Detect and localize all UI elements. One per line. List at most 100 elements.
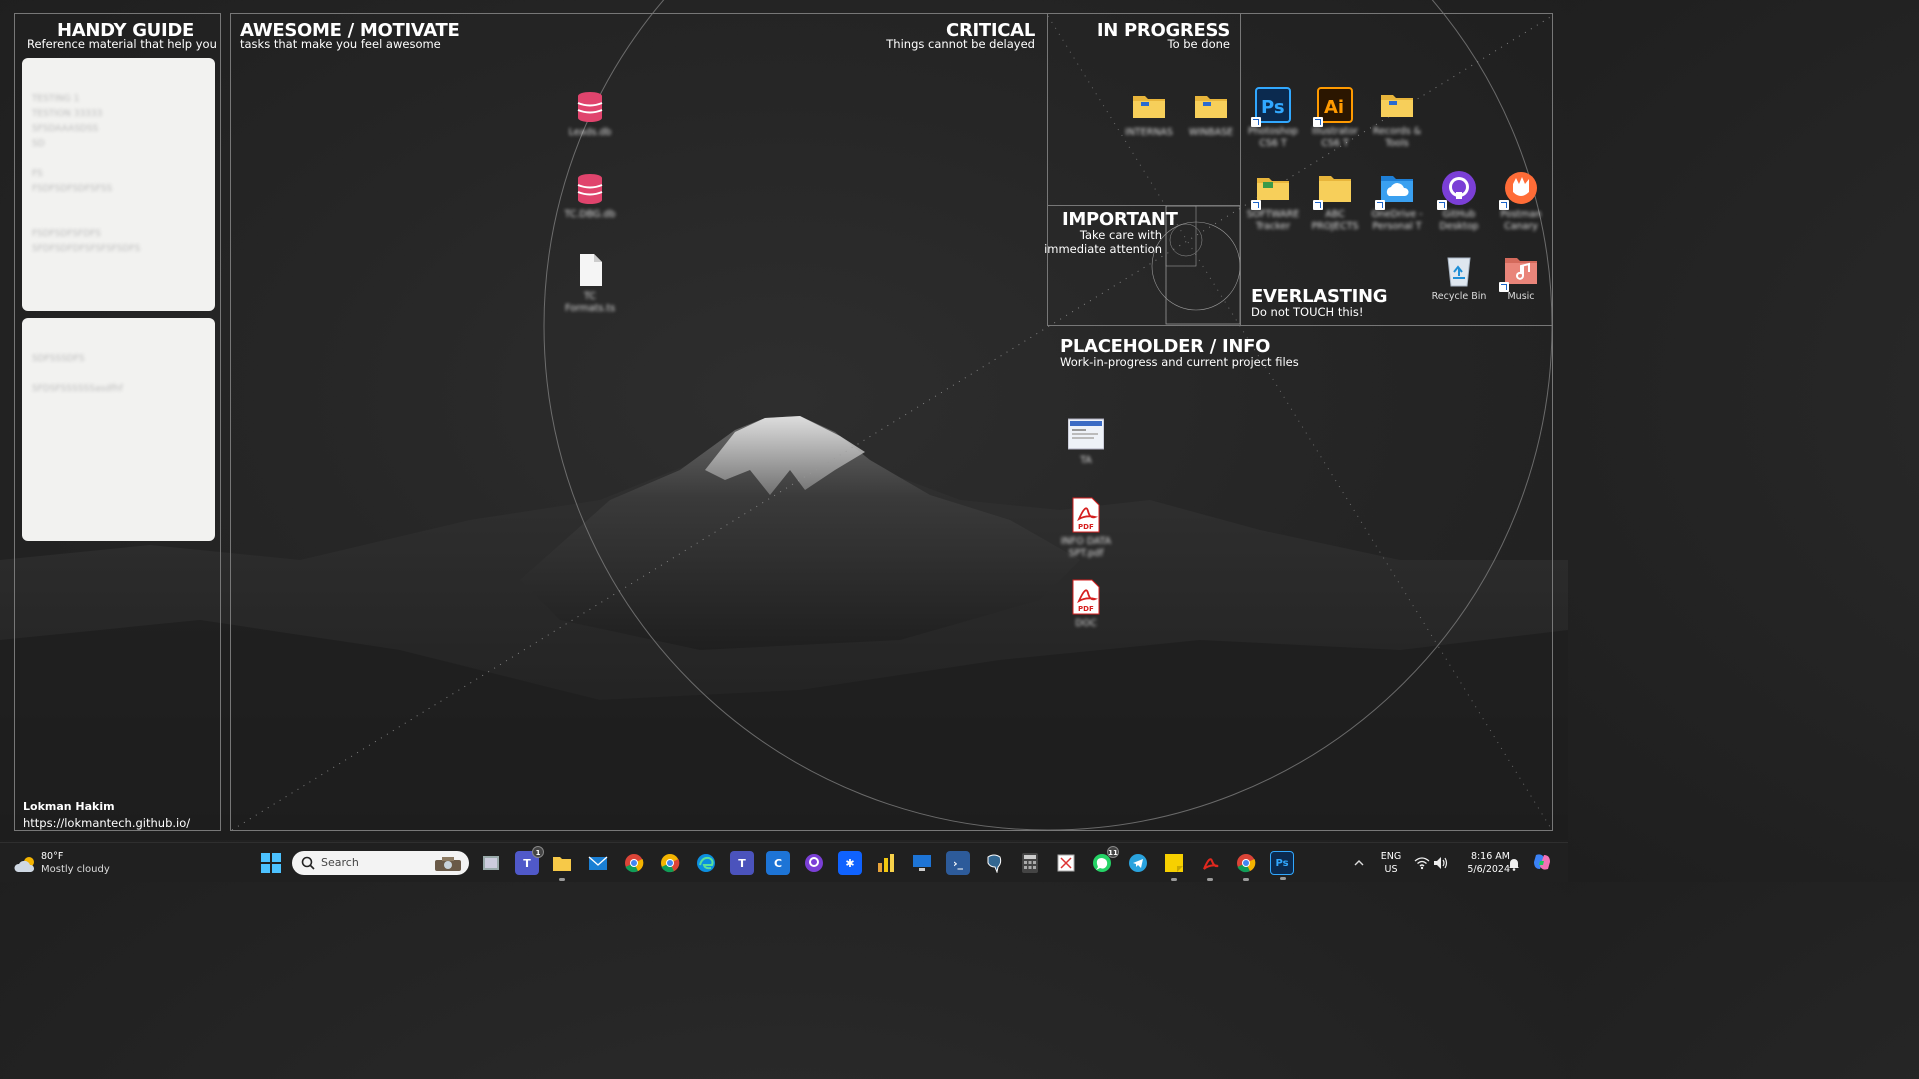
desktop-icon-projects-folder[interactable]: ABC PROJECTS [1304,170,1366,233]
placeholder-subtitle: Work-in-progress and current project fil… [1060,355,1299,369]
notification-bell-icon[interactable] [1507,856,1521,875]
awesome-subtitle: tasks that make you feel awesome [240,37,441,51]
chrome-profile-icon[interactable] [1234,851,1258,881]
note-card-2[interactable]: SDFSSSDFS SFDSFSSSSSSasdfhf [22,318,215,541]
blank-file-icon [572,252,608,288]
icon-label: ABC [1325,209,1345,220]
calculator-icon[interactable] [1018,851,1042,875]
cloud-icon [14,857,35,872]
desktop-icon-internas-folder[interactable]: INTERNAS [1118,88,1180,139]
everlasting-title: EVERLASTING [1251,286,1388,307]
search-highlight-icon [435,857,461,871]
icon-label: CS6 T [1259,138,1287,149]
whatsapp-icon[interactable]: 11 [1090,846,1119,875]
task-view-icon[interactable] [479,851,503,875]
chevron-up-icon[interactable] [1352,855,1366,869]
teams-icon[interactable]: T1 [515,846,544,875]
photoshop-icon[interactable]: Ps [1270,851,1294,880]
copilot-icon[interactable] [1532,852,1552,876]
remote-desktop-icon[interactable] [910,851,934,875]
icon-label: INFO DATA [1060,536,1112,547]
desktop-icon-music[interactable]: Music [1490,252,1552,303]
desktop-icon-software-shortcut[interactable]: SOFTWARE Tracker [1242,170,1304,233]
azure-icon[interactable]: ✱ [838,851,862,875]
icon-label: SOFTWARE [1246,209,1300,220]
desktop-icon-tc-formats[interactable]: TC Formats.ts [559,252,621,315]
icon-label: Leads.db [568,127,612,138]
desktop-icon-photoshop[interactable]: Ps Photoshop CS6 T [1242,87,1304,150]
folder-icon [1193,88,1229,124]
edge-icon[interactable] [694,851,718,875]
note-line: FSDFSDFSFDFS [32,229,101,239]
teams-new-icon[interactable]: T [730,851,754,875]
desktop-icon-recycle-bin[interactable]: Recycle Bin [1428,252,1490,303]
note-line: FSDFSDFSDFSFSS [32,184,113,194]
icon-label: Tools [1385,138,1409,149]
chrome-canary-icon[interactable] [658,851,682,875]
note-card-1[interactable]: TESTING 1 TESTION 33333 SFSDAAASDSS SD F… [22,58,215,311]
icon-label: TA [1080,455,1092,466]
mail-icon[interactable] [586,851,610,875]
desktop-icon-doc-pdf[interactable]: PDF DOC [1055,579,1117,630]
sourcetree-icon[interactable]: C [766,851,790,875]
running-indicator [1243,878,1249,881]
sticky-notes-icon[interactable] [1162,851,1186,881]
author-url[interactable]: https://lokmantech.github.io/ [23,816,190,830]
important-title: IMPORTANT [1062,209,1178,230]
github-desktop-icon [1437,170,1477,210]
telegram-icon[interactable] [1126,851,1150,875]
icon-label: WINBASE [1188,127,1234,138]
desktop-icon-illustrator[interactable]: Ai Illustrator CS6 T [1304,87,1366,150]
desktop-icon-leads-db[interactable]: Leads.db [559,88,621,139]
icon-label: Music [1507,291,1535,302]
desktop-icon-winbase-folder[interactable]: WINBASE [1180,88,1242,139]
weather-widget[interactable]: 80°F Mostly cloudy [14,850,124,878]
chrome-icon[interactable] [622,851,646,875]
icon-label: PROJECTS [1311,221,1359,232]
important-divider [1047,205,1241,206]
windows-start-icon[interactable] [259,851,283,875]
language-indicator[interactable]: ENG US [1376,850,1406,876]
placeholder-title: PLACEHOLDER / INFO [1060,336,1271,357]
desktop-icon-records-folder[interactable]: Records & Tools [1366,87,1428,150]
icon-label: TC [584,291,596,302]
wifi-icon[interactable] [1414,855,1430,874]
desktop-icon-tc-dbg-db[interactable]: TC.DBG.db [559,170,621,221]
volume-icon[interactable] [1433,855,1449,874]
note-line: SFDSFSSSSSSasdfhf [32,384,123,394]
postgres-icon[interactable] [982,851,1006,875]
file-explorer-icon[interactable] [550,851,574,881]
acrobat-icon[interactable] [1198,851,1222,881]
icon-label: INTERNAS [1125,127,1173,138]
desktop-icon-onedrive[interactable]: OneDrive - Personal T [1366,170,1428,233]
icon-label: Records & [1372,126,1422,137]
icon-label: Recycle Bin [1431,291,1487,302]
music-icon [1499,252,1539,292]
github-icon[interactable] [802,851,826,875]
critical-subtitle: Things cannot be delayed [886,37,1035,51]
placeholder-divider [1047,325,1553,326]
clock[interactable]: 8:16 AM 5/6/2024 [1452,850,1510,876]
powershell-icon[interactable]: ›_ [946,851,970,875]
icon-label: SPT.pdf [1068,548,1104,559]
pdf-icon: PDF [1068,497,1104,533]
weather-temp: 80°F [41,851,64,862]
desktop-icon-info-pdf[interactable]: PDF INFO DATA SPT.pdf [1055,497,1117,560]
icon-label: Canary [1504,221,1538,232]
snipping-tool-icon[interactable] [1054,851,1078,875]
clock-time: 8:16 AM [1470,851,1510,862]
power-bi-icon[interactable] [874,851,898,875]
svg-text:PDF: PDF [1078,523,1094,531]
in-progress-frame [1047,13,1241,326]
search-input[interactable]: Search [292,851,469,875]
pdf-icon: PDF [1068,579,1104,615]
desktop-icon-screenshot[interactable]: TA [1055,416,1117,467]
desktop-icon-github-desktop[interactable]: GitHub Desktop [1428,170,1490,233]
svg-text:Ps: Ps [1261,97,1285,118]
icon-label: TC.DBG.db [564,209,616,220]
note-line: SFSDAAASDSS [32,124,99,134]
icon-label: DOC [1075,618,1097,629]
icon-label: Tracker [1255,221,1291,232]
icon-label: OneDrive - [1371,209,1423,220]
desktop-icon-postman[interactable]: Postman Canary [1490,170,1552,233]
